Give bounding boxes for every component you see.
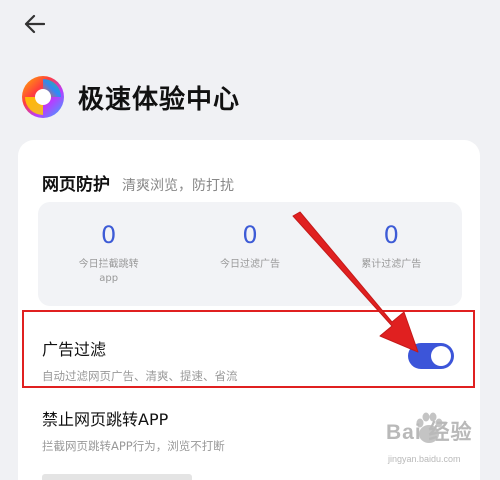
stat-label: 累计过滤广告 — [361, 259, 422, 270]
watermark-url: jingyan.baidu.com — [388, 454, 461, 464]
stat-value: 0 — [101, 221, 117, 249]
page-title: 极速体验中心 — [78, 84, 241, 115]
section-subtitle: 清爽浏览，防打扰 — [122, 178, 234, 194]
highlight-box — [22, 310, 475, 388]
stat-value: 0 — [242, 221, 258, 249]
stat-label: 今日过滤广告 — [219, 259, 280, 270]
stat-filtered-ads-total: 0 累计过滤广告 — [321, 202, 462, 306]
next-setting-row[interactable] — [42, 474, 460, 480]
page-header: 极速体验中心 — [20, 74, 240, 120]
stat-value: 0 — [383, 221, 399, 249]
stat-filtered-ads-today: 0 今日过滤广告 — [179, 202, 320, 306]
stats-panel: 0 今日拦截跳转app 0 今日过滤广告 0 累计过滤广告 — [38, 202, 462, 306]
section-title: 网页防护 — [42, 175, 110, 195]
stat-blocked-jumps: 0 今日拦截跳转app — [38, 202, 179, 306]
cut-off-text — [42, 474, 192, 480]
section-header: 网页防护 清爽浏览，防打扰 — [42, 170, 234, 195]
watermark-logo-text: Bai 经验 — [386, 421, 473, 444]
back-arrow-icon[interactable] — [18, 10, 50, 38]
stat-label: 今日拦截跳转app — [78, 259, 139, 284]
app-logo-icon — [22, 76, 64, 118]
baidu-watermark: Bai 经验 jingyan.baidu.com — [378, 410, 496, 472]
